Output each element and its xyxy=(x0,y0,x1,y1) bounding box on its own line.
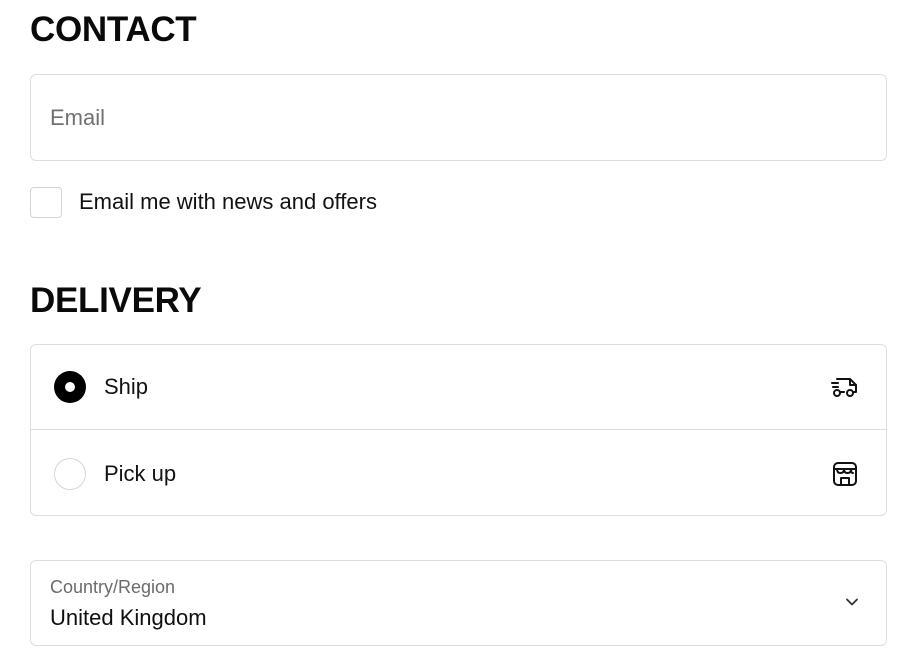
pickup-radio[interactable] xyxy=(54,457,86,490)
pickup-label: Pick up xyxy=(104,460,177,486)
country-region-caption: Country/Region xyxy=(50,577,176,597)
delivery-heading: DELIVERY xyxy=(30,281,202,320)
delivery-option-ship[interactable]: Ship xyxy=(31,345,886,430)
newsletter-checkbox[interactable] xyxy=(30,186,62,218)
newsletter-label: Email me with news and offers xyxy=(79,189,377,214)
country-region-value: United Kingdom xyxy=(50,605,207,630)
delivery-option-pickup[interactable]: Pick up xyxy=(31,431,886,516)
truck-icon xyxy=(830,373,860,401)
newsletter-checkbox-row[interactable]: Email me with news and offers xyxy=(30,186,377,218)
email-input[interactable] xyxy=(31,75,886,160)
store-icon xyxy=(830,460,860,488)
contact-heading: CONTACT xyxy=(30,10,197,49)
chevron-down-icon xyxy=(844,594,860,610)
ship-radio[interactable] xyxy=(54,371,86,403)
ship-label: Ship xyxy=(104,374,149,399)
email-field[interactable] xyxy=(30,74,887,161)
country-region-select[interactable]: Country/Region United Kingdom xyxy=(30,560,887,646)
checkout-form: CONTACT Email me with news and offers DE… xyxy=(0,0,920,660)
delivery-method-group: Ship Pick up xyxy=(30,344,887,516)
